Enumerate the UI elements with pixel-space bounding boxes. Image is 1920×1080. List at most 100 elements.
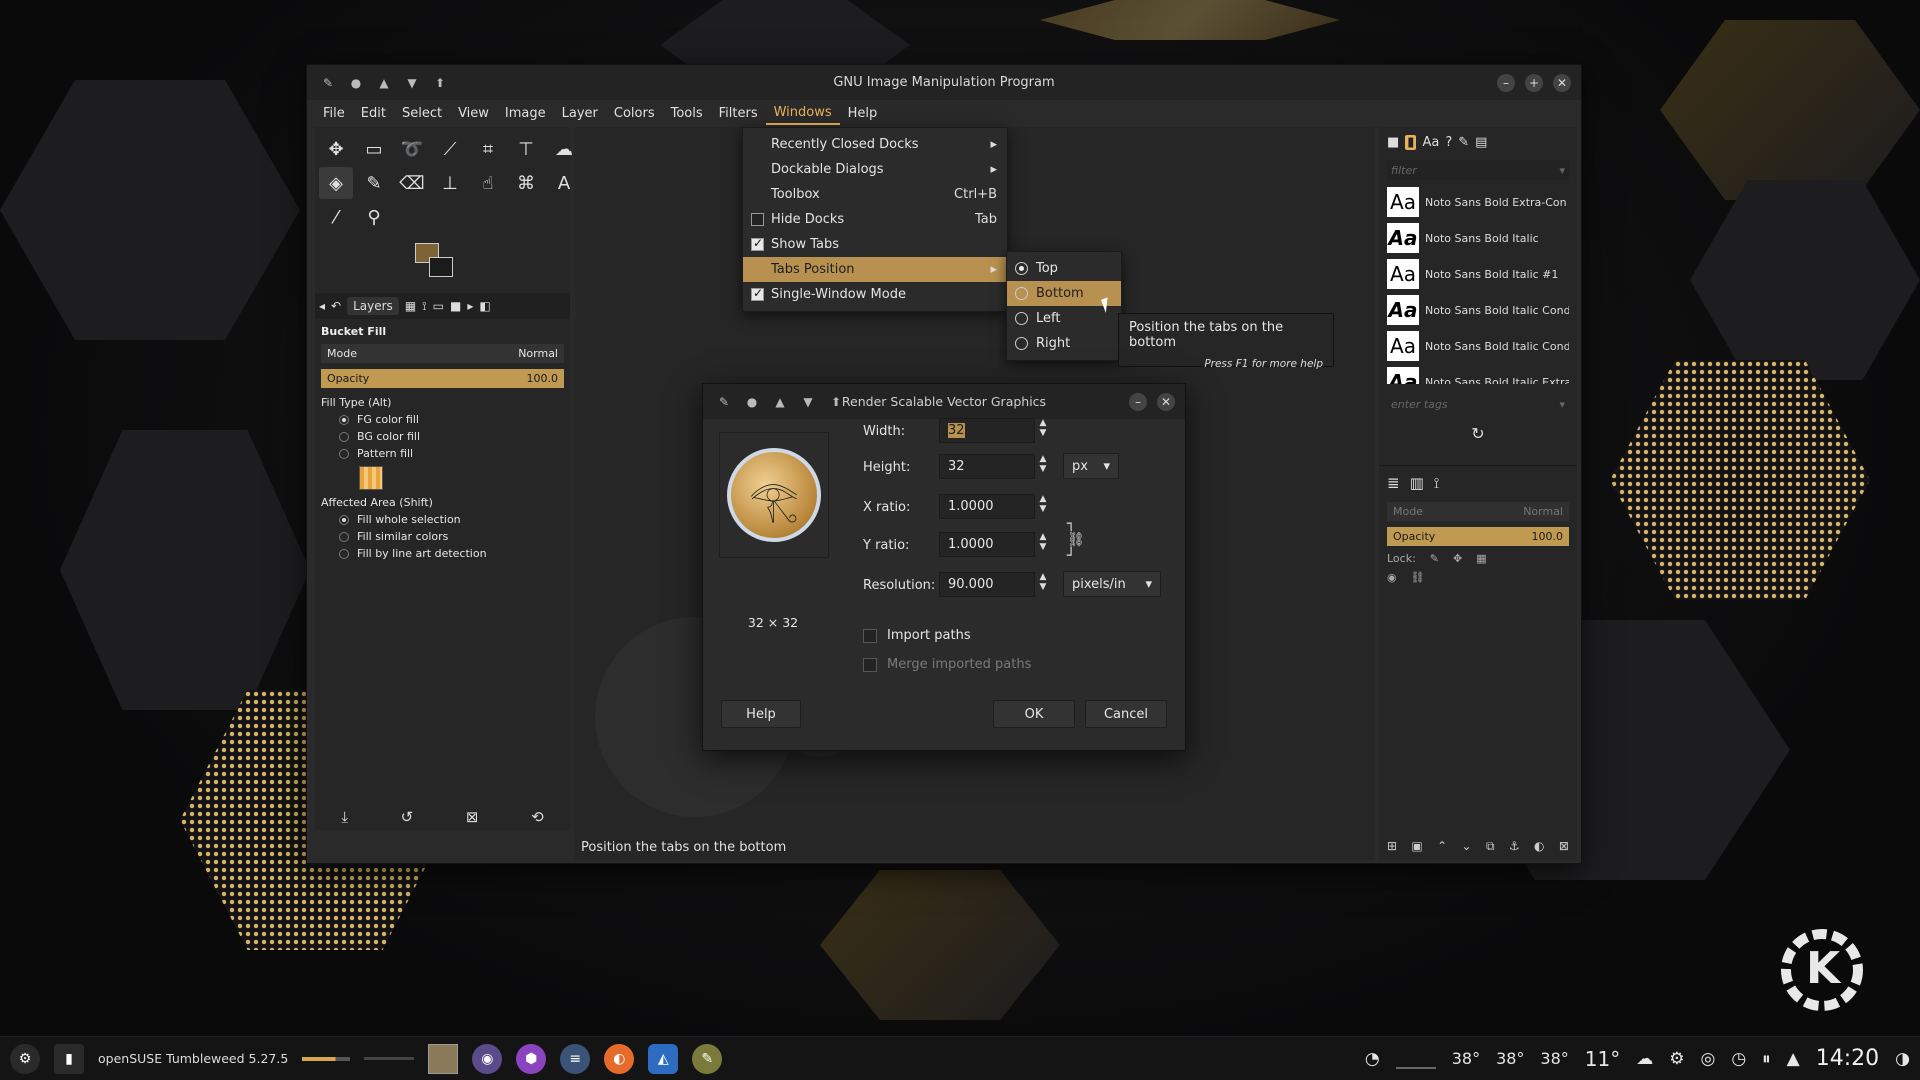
lock-position-icon[interactable]: ✥ (1453, 552, 1462, 565)
cloud-icon[interactable]: ☁ (1636, 1049, 1653, 1069)
delete-options-icon[interactable]: ⊠ (466, 808, 479, 826)
menu-file[interactable]: File (315, 103, 353, 124)
menu-item-hide-docks[interactable]: Hide Docks Tab (743, 207, 1007, 232)
crop-tool-icon[interactable]: ⌗ (471, 133, 505, 165)
save-options-icon[interactable]: ⤓ (341, 808, 348, 826)
chain-link-icon[interactable]: ⛓ (1411, 571, 1425, 584)
settings-app-icon[interactable]: ≡ (560, 1043, 591, 1074)
menu-windows[interactable]: Windows (765, 102, 840, 125)
background-color[interactable] (429, 257, 453, 277)
anchor-layer-icon[interactable]: ⚓ (1509, 839, 1520, 854)
new-group-icon[interactable]: ▣ (1411, 839, 1422, 854)
fonts-tab-icon[interactable]: Aa (1422, 135, 1439, 150)
refresh-icon[interactable]: ↻ (1379, 424, 1577, 443)
fg-color-fill-radio[interactable]: FG color fill (339, 413, 564, 426)
menu-item-recently-closed-docks[interactable]: Recently Closed Docks ▸ (743, 132, 1007, 157)
menu-filters[interactable]: Filters (711, 103, 766, 124)
gradients-tab-icon[interactable]: ▤ (1475, 135, 1487, 150)
lasso-tool-icon[interactable]: ➰ (395, 133, 429, 165)
dock-menu-icon[interactable]: ◧ (479, 299, 490, 313)
size-unit-select[interactable]: px ▾ (1063, 453, 1119, 479)
menu-edit[interactable]: Edit (353, 103, 394, 124)
app-launcher-icon[interactable]: ⚙ (10, 1043, 40, 1074)
fill-whole-selection-radio[interactable]: Fill whole selection (339, 513, 564, 526)
close-button[interactable]: ✕ (1553, 73, 1571, 92)
move-tool-icon[interactable]: ✥ (319, 133, 353, 165)
gimp-app-icon[interactable]: ✎ (317, 72, 339, 94)
menu-help[interactable]: Help (840, 103, 886, 124)
dolphin-icon[interactable]: ◭ (648, 1043, 679, 1074)
new-layer-icon[interactable]: ⊞ (1387, 839, 1397, 854)
paths-tool-icon[interactable]: ⌘ (509, 167, 543, 199)
lock-alpha-icon[interactable]: ▦ (1476, 552, 1486, 565)
pause-icon[interactable]: ⏸ (1762, 1049, 1771, 1069)
updates-icon[interactable]: ◎ (1700, 1049, 1715, 1069)
channels-tab-icon[interactable]: ▥ (1410, 474, 1424, 492)
height-spinner[interactable]: ▲ ▼ (1037, 454, 1049, 474)
scroll-right-icon[interactable]: ▸ (467, 299, 473, 313)
patterns-tab-icon[interactable]: ■ (450, 299, 461, 313)
rect-select-tool-icon[interactable]: ▭ (357, 133, 391, 165)
font-item[interactable]: Aa Noto Sans Bold Extra-Con (1387, 184, 1569, 220)
yratio-input[interactable]: 1.0000 (939, 532, 1035, 557)
visibility-eye-icon[interactable]: ◉ (1387, 571, 1397, 584)
gear-icon[interactable]: ⚙ (1669, 1049, 1684, 1069)
font-item[interactable]: Aa Noto Sans Bold Italic Cond (1387, 328, 1569, 364)
help-button[interactable]: Help (721, 700, 801, 728)
pattern-swatch[interactable] (359, 466, 383, 490)
keep-below-icon[interactable]: ▼ (797, 391, 819, 413)
duplicate-layer-icon[interactable]: ⧉ (1486, 839, 1495, 854)
menu-item-show-tabs[interactable]: Show Tabs (743, 232, 1007, 257)
ok-button[interactable]: OK (993, 700, 1075, 728)
tabs-position-top[interactable]: Top (1007, 256, 1121, 281)
gimp-app-icon[interactable]: ✎ (713, 391, 735, 413)
keep-below-icon[interactable]: ▼ (401, 72, 423, 94)
layers-tab-icon[interactable]: ≣ (1387, 474, 1400, 492)
window-titlebar[interactable]: ✎ ● ▲ ▼ ⬆ GNU Image Manipulation Program… (307, 65, 1581, 100)
paths-tab-icon[interactable]: ⟟ (1434, 474, 1440, 492)
chevron-up-icon[interactable]: ▲ (1787, 1049, 1800, 1069)
menu-view[interactable]: View (450, 103, 497, 124)
window-thumbnail[interactable] (428, 1043, 459, 1074)
power-icon[interactable]: ◔ (1365, 1049, 1380, 1069)
lock-pixels-icon[interactable]: ✎ (1430, 552, 1439, 565)
menu-colors[interactable]: Colors (606, 103, 663, 124)
gimp-taskbar-icon[interactable]: ✎ (692, 1043, 723, 1074)
firefox-icon[interactable]: ◐ (604, 1043, 635, 1074)
temp-2[interactable]: 38° (1496, 1049, 1524, 1068)
maximize-button[interactable]: + (1525, 73, 1543, 92)
font-item[interactable]: Aa Noto Sans Bold Italic (1387, 220, 1569, 256)
menu-item-toolbox[interactable]: Toolbox Ctrl+B (743, 182, 1007, 207)
menu-item-dockable-dialogs[interactable]: Dockable Dialogs ▸ (743, 157, 1007, 182)
menu-item-single-window-mode[interactable]: Single-Window Mode (743, 282, 1007, 307)
minimize-button[interactable]: – (1497, 73, 1515, 92)
mask-icon[interactable]: ◐ (1534, 839, 1544, 854)
scroll-left-icon[interactable]: ◂ (319, 299, 325, 313)
opacity-slider[interactable]: Opacity 100.0 (321, 369, 564, 388)
menu-tools[interactable]: Tools (663, 103, 711, 124)
images-tab-icon[interactable]: ▭ (433, 299, 444, 313)
chain-link-icon[interactable]: ┐ ⛓ ┘ (1067, 516, 1085, 564)
task-app-icon[interactable]: ◉ (472, 1043, 503, 1074)
color-picker-tool-icon[interactable]: ⁄ (319, 201, 353, 233)
bg-color-fill-radio[interactable]: BG color fill (339, 430, 564, 443)
mode-select[interactable]: Mode Normal (321, 344, 564, 363)
undo-history-tab-icon[interactable]: ↶ (331, 299, 341, 313)
xratio-input[interactable]: 1.0000 (939, 494, 1035, 519)
fill-line-art-radio[interactable]: Fill by line art detection (339, 547, 564, 560)
show-desktop-icon[interactable]: ◑ (1895, 1049, 1910, 1069)
channels-tab-icon[interactable]: ▦ (405, 299, 416, 313)
edit-tab-icon[interactable]: ✎ (1458, 135, 1469, 150)
font-item[interactable]: Aa Noto Sans Bold Italic Extra (1387, 364, 1569, 384)
cpu-graph[interactable] (1395, 1049, 1436, 1069)
cancel-button[interactable]: Cancel (1085, 700, 1167, 728)
help-tab-icon[interactable]: ? (1445, 135, 1452, 150)
hide-docks-checkbox[interactable] (751, 213, 764, 226)
timer-icon[interactable]: ◷ (1731, 1049, 1746, 1069)
lower-layer-icon[interactable]: ⌄ (1462, 839, 1472, 854)
chevron-down-icon[interactable]: ▾ (1559, 164, 1565, 177)
fg-bg-colors[interactable] (415, 243, 570, 287)
keep-above-icon[interactable]: ▲ (373, 72, 395, 94)
menu-item-tabs-position[interactable]: Tabs Position ▸ (743, 257, 1007, 282)
temp-3[interactable]: 38° (1540, 1049, 1568, 1068)
